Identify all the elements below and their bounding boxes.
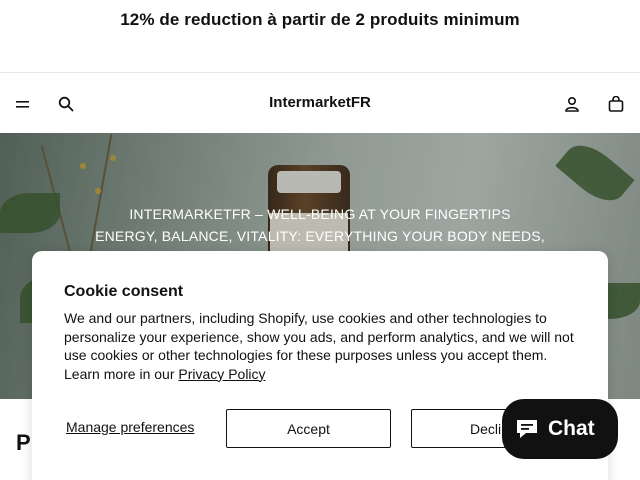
chat-button[interactable]: Chat: [502, 399, 618, 459]
section-title: P: [16, 430, 31, 455]
cookie-body-text: We and our partners, including Shopify, …: [64, 310, 574, 382]
site-logo[interactable]: IntermarketFR: [0, 94, 640, 111]
chat-label: Chat: [548, 417, 595, 440]
hero-subheading: ENERGY, BALANCE, VITALITY: EVERYTHING YO…: [95, 228, 545, 244]
announcement-text: 12% de reduction à partir de 2 produits …: [120, 10, 520, 29]
site-header: IntermarketFR: [0, 72, 640, 133]
announcement-bar: 12% de reduction à partir de 2 produits …: [0, 0, 640, 72]
chat-bubble-icon: [517, 420, 537, 438]
manage-preferences-link[interactable]: Manage preferences: [66, 419, 194, 435]
cookie-body: We and our partners, including Shopify, …: [64, 309, 576, 383]
cookie-title: Cookie consent: [64, 283, 184, 300]
privacy-policy-link[interactable]: Privacy Policy: [178, 366, 265, 382]
account-icon[interactable]: [563, 95, 581, 113]
cart-icon[interactable]: [607, 95, 625, 113]
hero-heading: INTERMARKETFR – WELL-BEING AT YOUR FINGE…: [129, 206, 511, 222]
accept-button[interactable]: Accept: [226, 409, 391, 448]
